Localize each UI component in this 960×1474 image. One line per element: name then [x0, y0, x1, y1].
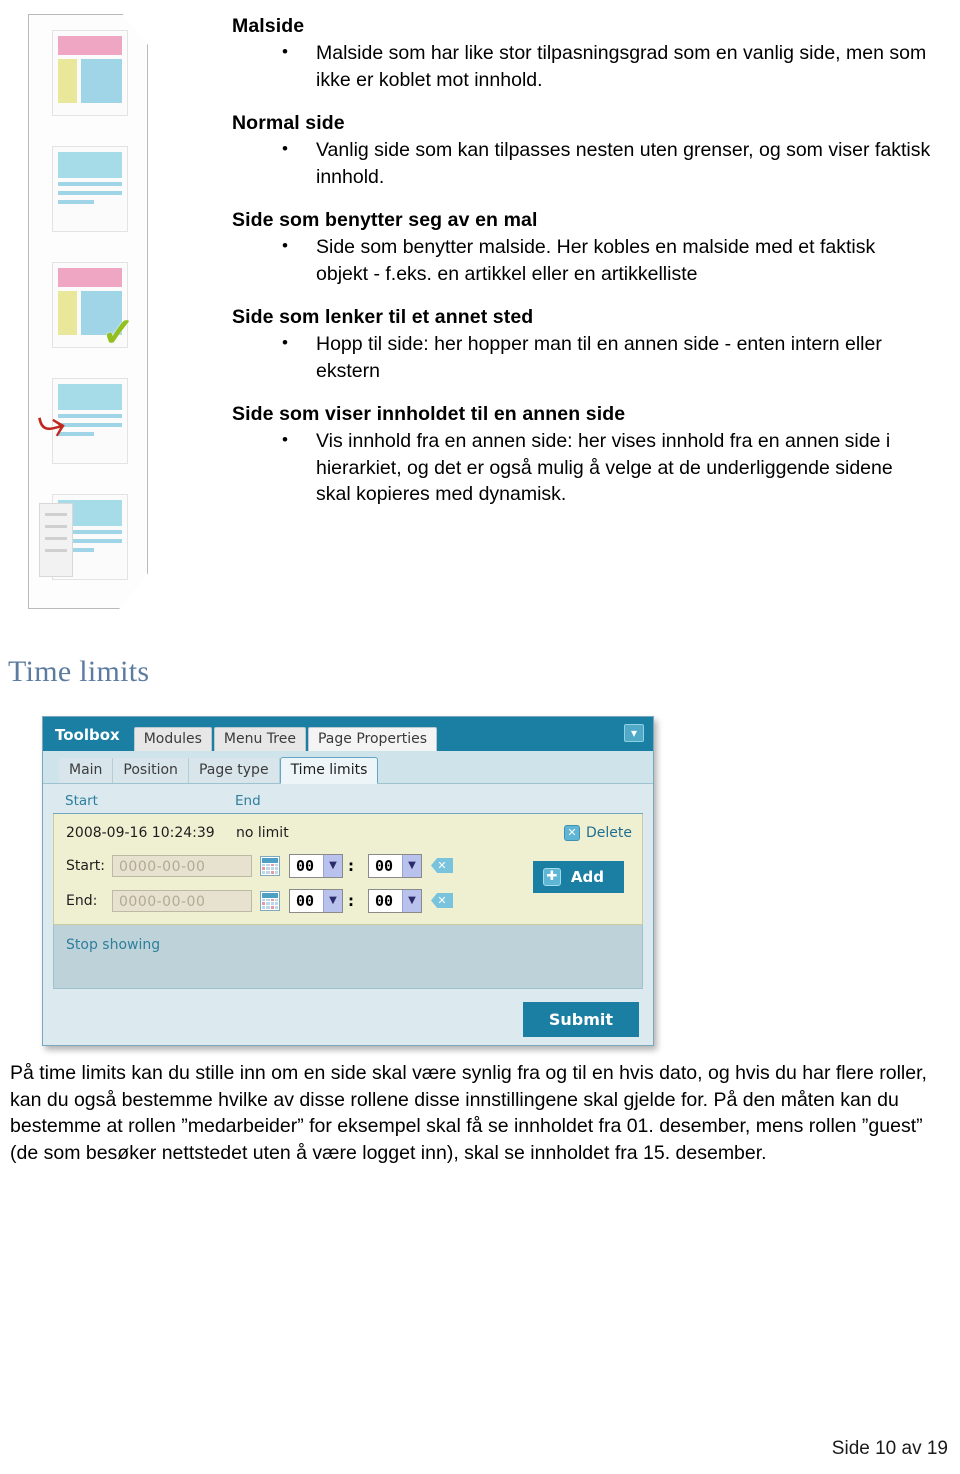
thumb-text-line — [58, 200, 94, 204]
section-side-med-mal: Side som benytter seg av en mal Side som… — [232, 208, 932, 287]
background-page-icon — [39, 503, 73, 577]
bullet-item: Vis innhold fra en annen side: her vises… — [278, 427, 932, 508]
subtab-position[interactable]: Position — [113, 758, 189, 783]
section-normal-side: Normal side Vanlig side som kan tilpasse… — [232, 111, 932, 190]
section-side-lenker: Side som lenker til et annet sted Hopp t… — [232, 305, 932, 384]
start-minute-select[interactable]: 00 ▼ — [368, 853, 422, 878]
delete-entry-button[interactable]: ✕ Delete — [564, 825, 632, 841]
start-field-label: Start: — [66, 857, 105, 874]
calendar-icon[interactable] — [260, 890, 280, 911]
thumb-text-line — [58, 182, 122, 186]
tab-modules[interactable]: Modules — [133, 727, 212, 751]
page-footer: Side 10 av 19 — [831, 1438, 948, 1459]
end-date-input[interactable]: 0000-00-00 — [112, 889, 252, 912]
submit-button[interactable]: Submit — [522, 1001, 639, 1037]
normal-page-thumb — [52, 146, 128, 232]
section-title: Normal side — [232, 112, 345, 134]
content-column: Malside Malside som har like stor tilpas… — [232, 14, 932, 526]
section-title: Malside — [232, 15, 305, 37]
collapse-icon[interactable]: ▾ — [624, 724, 644, 742]
toolbox-body: Start End 2008-09-16 10:24:39 no limit ✕… — [43, 784, 653, 989]
closing-paragraph: På time limits kan du stille inn om en s… — [10, 1062, 927, 1164]
thumb-text-line — [58, 423, 122, 427]
thumb-left-column — [58, 291, 77, 335]
green-check-icon: ✓ — [101, 311, 135, 355]
end-minute-value: 00 — [375, 891, 394, 910]
thumb-text-line — [58, 414, 122, 418]
bullet-item: Vanlig side som kan tilpasses nesten ute… — [278, 136, 932, 190]
clear-end-icon[interactable]: ✕ — [431, 893, 453, 908]
subtab-time-limits[interactable]: Time limits — [279, 757, 379, 784]
end-minute-select[interactable]: 00 ▼ — [368, 888, 422, 913]
thumb-header-bar — [58, 268, 122, 287]
tab-page-properties[interactable]: Page Properties — [307, 727, 438, 751]
section-title: Side som benytter seg av en mal — [232, 209, 538, 231]
thumb-left-column — [58, 59, 77, 103]
stop-showing-label[interactable]: Stop showing — [66, 937, 160, 953]
chevron-down-icon: ▼ — [323, 854, 342, 877]
end-hour-select[interactable]: 00 ▼ — [289, 888, 343, 913]
start-hour-value: 00 — [296, 856, 315, 875]
thumb-header-bar — [58, 152, 122, 178]
section-malside: Malside Malside som har like stor tilpas… — [232, 14, 932, 93]
close-icon: ✕ — [564, 825, 580, 841]
bullet-item: Malside som har like stor tilpasningsgra… — [278, 39, 932, 93]
stop-showing-section: Stop showing — [53, 925, 643, 989]
entry-start-value: 2008-09-16 10:24:39 — [66, 825, 215, 841]
page-type-illustration: ✓ ⤷ — [6, 8, 156, 618]
column-header-end: End — [235, 793, 261, 809]
time-limit-entry-area: 2008-09-16 10:24:39 no limit ✕ Delete St… — [53, 814, 643, 925]
add-button[interactable]: ✚ Add — [532, 861, 624, 893]
chevron-down-icon: ▼ — [402, 854, 421, 877]
tab-menu-tree[interactable]: Menu Tree — [213, 727, 306, 751]
section-bullet-list: Malside som har like stor tilpasningsgra… — [232, 39, 932, 93]
toolbox-header: Toolbox Modules Menu Tree Page Propertie… — [43, 717, 653, 751]
bullet-item: Hopp til side: her hopper man til en ann… — [278, 330, 932, 384]
toolbox-subtabs: Main Position Page type Time limits — [43, 751, 653, 784]
toolbox-screenshot: Toolbox Modules Menu Tree Page Propertie… — [42, 716, 654, 1046]
template-page-thumb — [52, 30, 128, 116]
start-minute-value: 00 — [375, 856, 394, 875]
add-label: Add — [570, 868, 604, 886]
column-headers: Start End — [53, 790, 643, 814]
section-bullet-list: Hopp til side: her hopper man til en ann… — [232, 330, 932, 384]
section-side-viser-innhold: Side som viser innholdet til en annen si… — [232, 402, 932, 508]
thumb-right-column — [80, 59, 122, 103]
toolbox-title: Toolbox — [55, 726, 120, 744]
column-header-start: Start — [65, 793, 98, 809]
existing-time-limit-row: 2008-09-16 10:24:39 no limit ✕ Delete — [66, 820, 632, 846]
subtab-page-type[interactable]: Page type — [188, 758, 280, 783]
end-field-label: End: — [66, 892, 98, 909]
thumb-text-line — [58, 191, 122, 195]
section-bullet-list: Vanlig side som kan tilpasses nesten ute… — [232, 136, 932, 190]
start-date-input[interactable]: 0000-00-00 — [112, 854, 252, 877]
chevron-down-icon: ▼ — [402, 889, 421, 912]
section-bullet-list: Vis innhold fra en annen side: her vises… — [232, 427, 932, 508]
time-limits-heading: Time limits — [8, 655, 150, 688]
end-hour-value: 00 — [296, 891, 315, 910]
end-time-separator: : — [348, 891, 354, 910]
start-time-separator: : — [348, 856, 354, 875]
thumb-columns — [58, 59, 122, 103]
jump-to-page-thumb: ⤷ — [32, 378, 128, 464]
thumb-header-bar — [58, 384, 122, 410]
section-bullet-list: Side som benytter malside. Her kobles en… — [232, 233, 932, 287]
plus-icon: ✚ — [542, 868, 561, 886]
section-title: Side som viser innholdet til en annen si… — [232, 403, 626, 425]
entry-end-value: no limit — [236, 825, 289, 841]
toolbox-footer: Submit — [43, 993, 653, 1045]
page-using-template-thumb: ✓ — [52, 262, 135, 353]
section-title: Side som lenker til et annet sted — [232, 306, 534, 328]
chevron-down-icon: ▼ — [323, 889, 342, 912]
calendar-icon[interactable] — [260, 855, 280, 876]
show-content-from-page-thumb — [39, 494, 128, 580]
clear-start-icon[interactable]: ✕ — [431, 858, 453, 873]
thumb-header-bar — [58, 36, 122, 55]
start-hour-select[interactable]: 00 ▼ — [289, 853, 343, 878]
subtab-main[interactable]: Main — [59, 758, 114, 783]
delete-label: Delete — [586, 825, 632, 841]
bullet-item: Side som benytter malside. Her kobles en… — [278, 233, 932, 287]
